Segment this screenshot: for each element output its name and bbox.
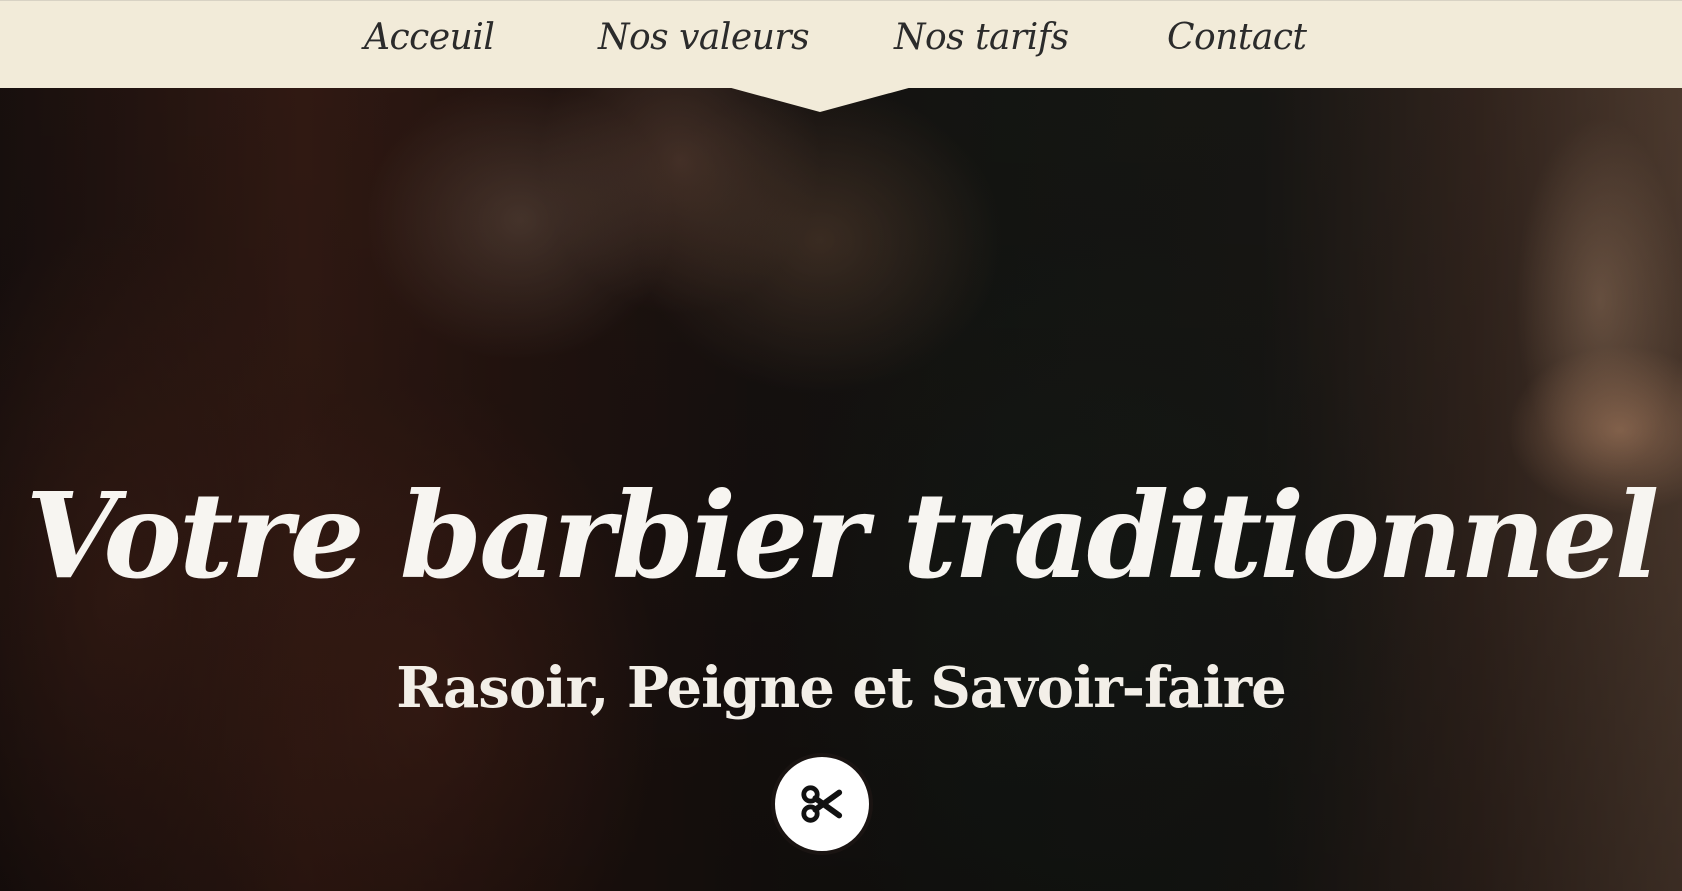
hero-title: Votre barbier traditionnel (25, 466, 1659, 606)
nav-item-nos-tarifs[interactable]: Nos tarifs (894, 17, 1069, 58)
scissors-icon (799, 781, 845, 827)
header-notch (724, 86, 916, 112)
site-header: Acceuil Nos valeurs Nos tarifs Contact (0, 0, 1682, 88)
nav-item-acceuil[interactable]: Acceuil (364, 17, 495, 58)
nav-item-contact[interactable]: Contact (1167, 17, 1307, 58)
page: Acceuil Nos valeurs Nos tarifs Contact V… (0, 0, 1682, 891)
hero-subtitle: Rasoir, Peigne et Savoir-faire (396, 655, 1287, 722)
main-navigation: Acceuil Nos valeurs Nos tarifs Contact (0, 1, 1682, 89)
scissors-button[interactable] (771, 753, 873, 855)
nav-item-nos-valeurs[interactable]: Nos valeurs (598, 17, 810, 58)
